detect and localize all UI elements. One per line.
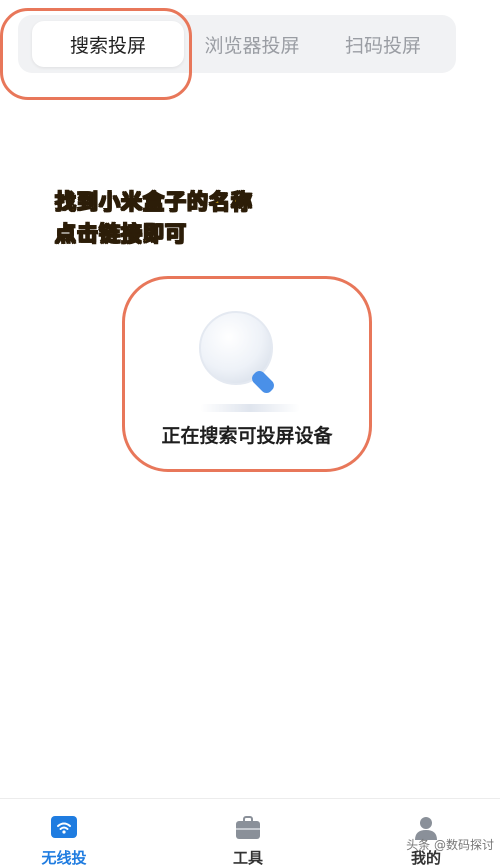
toolbox-icon	[236, 816, 260, 839]
bottom-nav: 无线投 工具 我的	[0, 798, 500, 867]
nav-item-wireless-cast[interactable]: 无线投	[24, 799, 104, 867]
tab-bar: 搜索投屏 浏览器投屏 扫码投屏	[18, 15, 456, 73]
tab-search-cast[interactable]: 搜索投屏	[32, 21, 184, 67]
tab-label: 浏览器投屏	[204, 34, 300, 57]
nav-label: 无线投	[41, 849, 87, 867]
tab-browser-cast[interactable]: 浏览器投屏	[184, 15, 320, 73]
tab-label: 扫码投屏	[344, 34, 421, 57]
wifi-cast-icon	[51, 816, 77, 838]
tab-scan-cast[interactable]: 扫码投屏	[320, 15, 446, 73]
watermark: 头条 @数码探讨	[406, 838, 494, 852]
tab-label: 搜索投屏	[69, 34, 146, 57]
search-status-text: 正在搜索可投屏设备	[161, 425, 333, 447]
nav-label: 工具	[232, 849, 263, 867]
caption-line-2: 点击链接即可	[55, 222, 187, 247]
magnifier-shadow	[200, 404, 300, 412]
magnifier-icon	[199, 311, 274, 393]
nav-item-tools[interactable]: 工具	[208, 799, 288, 867]
nav-item-profile[interactable]: 我的	[386, 799, 466, 867]
caption-line-1: 找到小米盒子的名称	[55, 190, 253, 215]
